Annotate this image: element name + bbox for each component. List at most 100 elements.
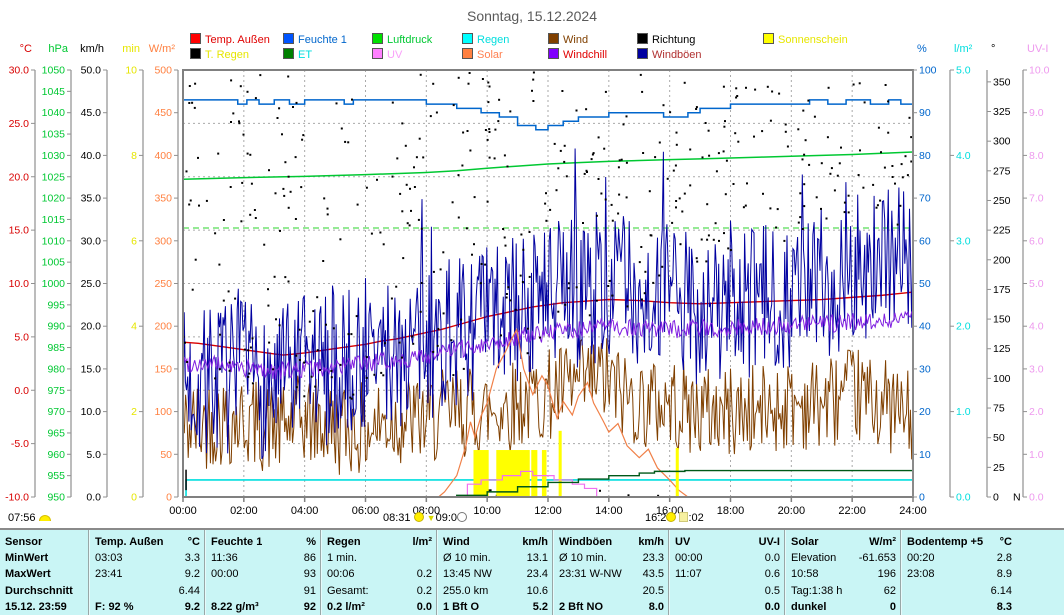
table-column-unit: km/h	[638, 534, 664, 550]
svg-text:1030: 1030	[42, 150, 66, 162]
table-cell-value: 8.9	[997, 566, 1012, 582]
svg-text:4.0: 4.0	[1029, 321, 1044, 333]
svg-text:8: 8	[131, 150, 137, 162]
svg-text:14:00: 14:00	[595, 505, 623, 517]
table-row-label: Durchschnitt	[5, 583, 84, 599]
svg-text:00:00: 00:00	[169, 505, 197, 517]
table-column-name: Bodentemp +5	[907, 534, 983, 550]
svg-text:0.0: 0.0	[1029, 492, 1044, 504]
table-cell: 00:20	[907, 550, 935, 566]
weather-app-window: { "title": "Sonntag, 15.12.2024", "legen…	[0, 0, 1064, 615]
table-column-name: Windböen	[559, 534, 612, 550]
svg-text:5.0: 5.0	[14, 331, 29, 343]
table-column-windb-en: Windböenkm/hØ 10 min.23.323:31 W-NW43.52…	[552, 530, 668, 615]
table-row-label: 15.12. 23:59	[5, 599, 84, 615]
svg-text:N: N	[1013, 492, 1021, 504]
svg-text:350: 350	[154, 193, 172, 205]
table-column-unit: °C	[188, 534, 200, 550]
table-cell: 00:00	[675, 550, 703, 566]
svg-text:1015: 1015	[42, 214, 66, 226]
svg-text:200: 200	[154, 321, 172, 333]
svg-text:985: 985	[47, 342, 65, 354]
table-column-name: Wind	[443, 534, 470, 550]
table-column-unit: W/m²	[869, 534, 896, 550]
svg-text:325: 325	[993, 106, 1011, 118]
svg-text:955: 955	[47, 470, 65, 482]
table-cell-value: 5.2	[533, 599, 548, 615]
table-row-label: Sensor	[5, 534, 84, 550]
svg-text:1050: 1050	[42, 65, 66, 77]
sun-icon	[414, 512, 424, 522]
table-column-name: Temp. Außen	[95, 534, 163, 550]
svg-text:965: 965	[47, 427, 65, 439]
table-cell: 00:06	[327, 566, 355, 582]
svg-text:350: 350	[993, 76, 1011, 88]
svg-text:35.0: 35.0	[81, 193, 102, 205]
svg-text:275: 275	[993, 165, 1011, 177]
svg-text:2.0: 2.0	[1029, 406, 1044, 418]
svg-text:02:00: 02:00	[230, 505, 258, 517]
svg-text:6: 6	[131, 235, 137, 247]
table-cell-value: 10.6	[527, 583, 548, 599]
table-cell-value: 0.0	[765, 550, 780, 566]
svg-text:6.0: 6.0	[1029, 235, 1044, 247]
svg-text:0: 0	[993, 492, 999, 504]
svg-text:5.0: 5.0	[1029, 278, 1044, 290]
table-cell: Elevation	[791, 550, 836, 566]
svg-text:300: 300	[993, 136, 1011, 148]
svg-text:km/h: km/h	[80, 43, 104, 55]
svg-text:10.0: 10.0	[81, 406, 102, 418]
svg-text:250: 250	[993, 195, 1011, 207]
table-column-unit: km/h	[522, 534, 548, 550]
svg-text:15.0: 15.0	[81, 363, 102, 375]
table-cell: 11:36	[211, 550, 238, 566]
weather-day-chart: °C-10.0-5.00.05.010.015.020.025.030.0hPa…	[0, 0, 1064, 528]
table-cell: 2 Bft NO	[559, 599, 603, 615]
svg-text:100: 100	[154, 406, 172, 418]
svg-text:06:00: 06:00	[352, 505, 380, 517]
svg-text:40.0: 40.0	[81, 150, 102, 162]
svg-text:50: 50	[160, 449, 172, 461]
svg-text:10: 10	[919, 449, 931, 461]
astro-marker: 16:2 :02	[645, 512, 704, 524]
svg-text:45.0: 45.0	[81, 107, 102, 119]
table-cell: 23:31 W-NW	[559, 566, 622, 582]
table-cell-value: 23.4	[527, 566, 548, 582]
svg-text:60: 60	[919, 235, 931, 247]
astro-marker: 08:31 ▼09:0	[383, 512, 467, 524]
svg-text:50.0: 50.0	[81, 65, 102, 77]
svg-text:20.0: 20.0	[9, 171, 30, 183]
svg-text:150: 150	[993, 314, 1011, 326]
svg-text:04:00: 04:00	[291, 505, 319, 517]
svg-text:12:00: 12:00	[534, 505, 562, 517]
table-cell-value: 0.0	[417, 599, 432, 615]
table-cell-value: 0.6	[765, 566, 780, 582]
svg-text:50: 50	[993, 432, 1005, 444]
table-column-name: UV	[675, 534, 690, 550]
table-cell: Ø 10 min.	[443, 550, 491, 566]
table-cell: 23:08	[907, 566, 935, 582]
table-cell: 1 min.	[327, 550, 357, 566]
table-cell-value: 8.3	[997, 599, 1012, 615]
svg-text:1025: 1025	[42, 171, 66, 183]
svg-text:4.0: 4.0	[956, 150, 971, 162]
table-cell-value: 0.2	[417, 583, 432, 599]
table-column-feuchte-1: Feuchte 1%11:368600:0093918.22 g/m³92	[204, 530, 320, 615]
table-cell-value: 0	[890, 599, 896, 615]
astro-time: 08:31	[383, 512, 411, 524]
table-column-unit: °C	[1000, 534, 1012, 550]
svg-text:3.0: 3.0	[956, 235, 971, 247]
svg-text:l/m²: l/m²	[954, 43, 973, 55]
svg-text:1020: 1020	[42, 193, 66, 205]
table-cell-value: 0.5	[765, 583, 780, 599]
svg-text:980: 980	[47, 363, 65, 375]
svg-text:10: 10	[125, 65, 137, 77]
svg-text:10:00: 10:00	[473, 505, 501, 517]
svg-text:1005: 1005	[42, 257, 66, 269]
svg-text:-10.0: -10.0	[5, 492, 29, 504]
astro-time	[36, 512, 39, 524]
table-column-bodentemp-5: Bodentemp +5°C00:202.823:088.96.148.3	[900, 530, 1016, 615]
table-column-name: Feuchte 1	[211, 534, 262, 550]
table-cell-value: 23.3	[643, 550, 664, 566]
svg-text:80: 80	[919, 150, 931, 162]
